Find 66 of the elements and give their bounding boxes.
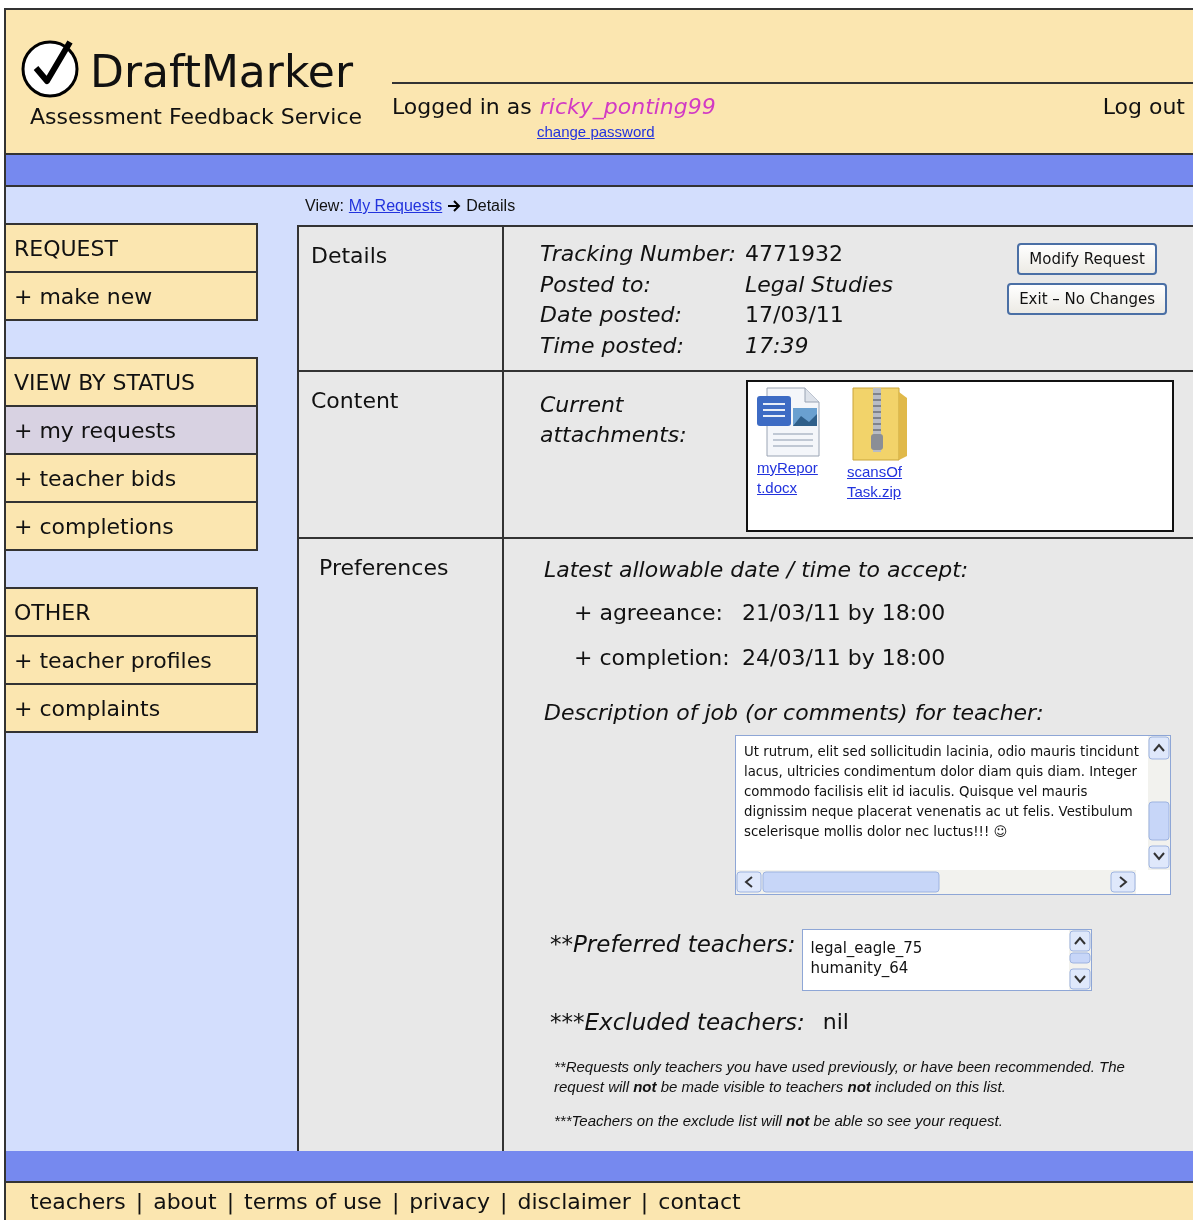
breadcrumb-current: Details (466, 197, 516, 215)
separator: | (135, 1189, 144, 1214)
attachments-label: Current attachments: (540, 391, 688, 449)
footer-link[interactable]: teachers (30, 1189, 126, 1214)
footnote: ***Teachers on the exclude list will not be able so see your request. (554, 1111, 1004, 1131)
footnote: **Requests only teachers you have used previously, or have been recommended. The request will not be made visible to teachers not included on this list. (554, 1057, 1126, 1097)
sidebar-item[interactable]: + make new (6, 271, 258, 321)
deadline-label: + agreeance: (574, 600, 724, 625)
field-label: Date posted: (540, 301, 683, 329)
separator: | (226, 1189, 235, 1214)
separator: | (391, 1189, 400, 1214)
footer-link[interactable]: about (153, 1189, 217, 1214)
field-label: Posted to: (540, 270, 652, 299)
description-heading: Description of job (or comments) for teacher: (544, 700, 1045, 725)
tagline: Assessment Feedback Service (30, 104, 364, 129)
logout-link[interactable]: Log out (1102, 94, 1193, 119)
sidebar-heading: REQUEST (6, 223, 258, 273)
deadline-heading: Latest allowable date / time to accept: (544, 557, 970, 582)
excluded-teachers-label: ***Excluded teachers: (550, 1008, 805, 1035)
field-label: Time posted: (540, 331, 685, 360)
section-label: Preferences (319, 555, 449, 580)
breadcrumb-prefix: View: (305, 197, 344, 215)
logged-in-label: Logged in as (392, 94, 532, 119)
description-field[interactable]: Ut rutrum, elit sed sollicitudin lacinia, odio mauris tincidunt lacus, ultricies condimentum dolor diam quis diam. Integer commodo facilisis elit id iaculis. Quisque vel mauris dignissim neque placerat venenatis ac ut felis. Vestibulum scelerisque mollis dolor nec luctus!!! ☺ (735, 735, 1171, 895)
vertical-scrollbar[interactable] (1148, 736, 1170, 870)
field-value: Legal Studies (745, 270, 893, 299)
preferred-teachers-label: **Preferred teachers: (550, 930, 796, 957)
field-value: 17:39 (745, 331, 809, 360)
change-password-link[interactable]: change password (537, 123, 716, 140)
footer-link[interactable]: terms of use (244, 1189, 382, 1214)
deadline-value: 21/03/11 by 18:00 (742, 600, 946, 625)
app-name: DraftMarker (90, 48, 353, 96)
zipped-folder-icon[interactable] (849, 386, 909, 462)
breadcrumb-link[interactable]: My Requests (348, 197, 443, 215)
horizontal-scrollbar[interactable] (736, 870, 1136, 894)
field-value: 4771932 (745, 240, 843, 268)
attachment-link[interactable]: myReport.docx (757, 458, 821, 498)
footer-link[interactable]: disclaimer (517, 1189, 631, 1214)
document-icon[interactable] (755, 386, 823, 458)
field-value: 17/03/11 (745, 301, 844, 329)
separator: | (500, 1189, 508, 1214)
vertical-scrollbar[interactable] (1068, 930, 1091, 990)
deadline-value: 24/03/11 by 18:00 (742, 645, 946, 670)
sidebar-item[interactable]: + complaints (6, 683, 258, 733)
action-button[interactable]: Exit – No Changes (1007, 283, 1167, 315)
excluded-teachers-value: nil (822, 1008, 849, 1034)
sidebar-heading: OTHER (6, 587, 258, 637)
separator: | (640, 1189, 649, 1214)
list-item[interactable]: legal_eagle_75 (810, 938, 1061, 958)
deadline-label: + completion: (574, 645, 731, 670)
sidebar-heading: VIEW BY STATUS (6, 357, 258, 407)
username: ricky_ponting99 (539, 94, 716, 119)
sidebar-item[interactable]: + teacher profiles (6, 635, 258, 685)
arrow-right-icon (447, 200, 462, 212)
section-label: Content (311, 388, 399, 413)
sidebar-item[interactable]: + completions (6, 501, 258, 551)
attachment-link[interactable]: scansOfTask.zip (847, 462, 911, 502)
field-label: Tracking Number: (540, 240, 737, 268)
footer-link[interactable]: contact (658, 1189, 741, 1214)
sidebar-item[interactable]: + teacher bids (6, 453, 258, 503)
action-button[interactable]: Modify Request (1017, 243, 1157, 275)
preferred-teachers-list[interactable]: legal_eagle_75 humanity_64 (801, 929, 1092, 991)
sidebar-item[interactable]: + my requests (6, 405, 258, 455)
footer-link[interactable]: privacy (409, 1189, 491, 1214)
list-item[interactable]: humanity_64 (810, 958, 1061, 978)
section-label: Details (311, 243, 388, 268)
